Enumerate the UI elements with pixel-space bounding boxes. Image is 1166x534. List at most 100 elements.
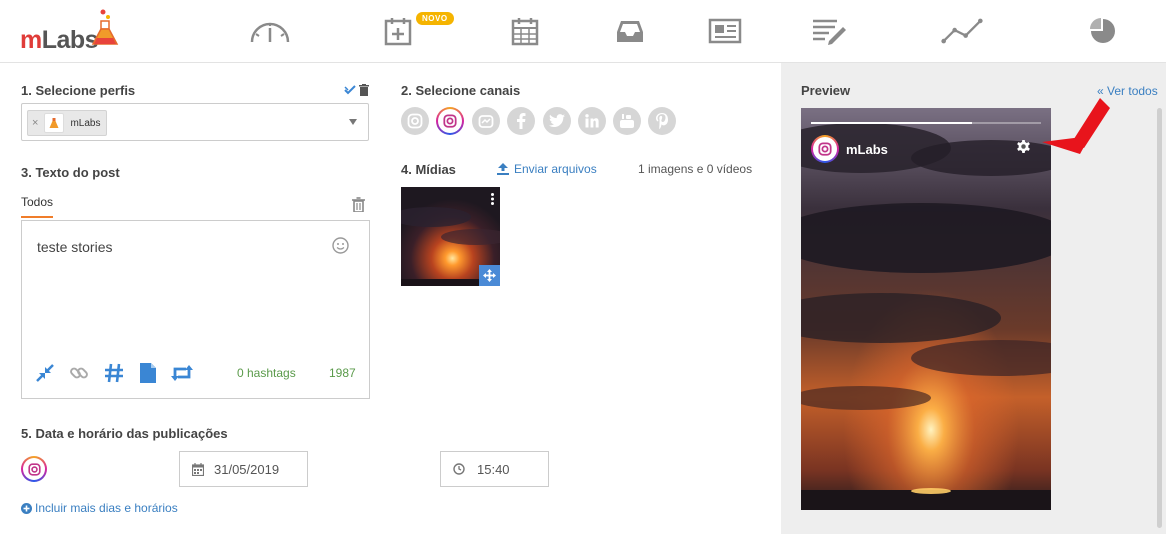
- channel-youtube[interactable]: [613, 107, 641, 135]
- post-text-content[interactable]: teste stories: [37, 239, 112, 255]
- pie-nav[interactable]: [1081, 14, 1125, 48]
- schedule-channel-instagram: [21, 456, 47, 482]
- move-media-button[interactable]: [479, 265, 500, 286]
- pie-chart-icon: [1090, 18, 1115, 43]
- add-more-dates-label: Incluir mais dias e horários: [35, 501, 178, 515]
- youtube-icon: [620, 114, 634, 128]
- novo-badge: NOVO: [416, 12, 454, 25]
- gear-icon[interactable]: [1016, 139, 1031, 154]
- calendar-plus-icon: [384, 18, 412, 46]
- gauge-icon: [250, 22, 290, 43]
- clear-profiles-trash-icon[interactable]: [359, 84, 369, 96]
- upload-icon: [497, 163, 509, 175]
- flask-logo-icon: [91, 9, 119, 45]
- inbox-nav[interactable]: [608, 14, 652, 48]
- chip-remove-icon[interactable]: ×: [32, 117, 38, 129]
- story-progress-fill: [811, 122, 972, 124]
- select-all-check-icon[interactable]: [344, 84, 356, 96]
- mlabs-logo[interactable]: mLabs: [20, 9, 120, 55]
- linkedin-icon: [585, 114, 599, 128]
- preview-title: Preview: [801, 83, 851, 98]
- upload-files-link[interactable]: Enviar arquivos: [497, 162, 597, 176]
- date-field[interactable]: 31/05/2019: [179, 451, 308, 487]
- channel-instagram-stories[interactable]: [436, 107, 464, 135]
- story-preview: mLabs: [801, 108, 1051, 510]
- tab-todos[interactable]: Todos: [21, 195, 53, 209]
- clear-text-trash-icon[interactable]: [352, 197, 365, 212]
- profile-select[interactable]: × mLabs: [21, 103, 369, 141]
- flask-mini-icon: [49, 118, 59, 128]
- logo-text: mLabs: [20, 26, 99, 55]
- story-profile-avatar: [811, 135, 839, 163]
- channel-linkedin[interactable]: [578, 107, 606, 135]
- hashtag-count: 0 hashtags: [237, 366, 296, 380]
- section-channels-title: 2. Selecione canais: [401, 83, 521, 98]
- profile-chip-label: mLabs: [70, 117, 101, 129]
- schedule-channel-ring-inner: [23, 458, 45, 480]
- profile-chip[interactable]: × mLabs: [27, 110, 108, 136]
- dropdown-caret-icon[interactable]: [349, 119, 357, 125]
- hashtag-tool[interactable]: [103, 362, 125, 384]
- clock-icon: [453, 463, 465, 475]
- add-more-dates-link[interactable]: Incluir mais dias e horários: [21, 501, 178, 515]
- calendar-icon: [192, 462, 204, 476]
- profile-avatar: [44, 113, 65, 133]
- hashtag-icon: [105, 363, 123, 383]
- channel-pinterest[interactable]: [648, 107, 676, 135]
- shorten-tool[interactable]: [34, 362, 56, 384]
- igtv-icon: [478, 115, 494, 128]
- more-vertical-icon[interactable]: [491, 193, 494, 205]
- pinterest-icon: [656, 113, 668, 129]
- inbox-icon: [617, 21, 643, 42]
- date-value: 31/05/2019: [214, 461, 280, 477]
- top-navigation-bar: mLabs NOVO: [0, 0, 1166, 63]
- facebook-icon: [517, 113, 526, 129]
- newspaper-icon: [708, 18, 742, 44]
- channel-instagram[interactable]: [401, 107, 429, 135]
- file-tool[interactable]: [137, 362, 159, 384]
- workflow-nav[interactable]: [807, 14, 851, 48]
- emoji-icon[interactable]: [332, 237, 349, 254]
- edit-list-icon: [813, 19, 846, 45]
- plus-circle-icon: [21, 502, 32, 514]
- section-profiles-title: 1. Selecione perfis: [21, 83, 136, 98]
- story-sunset-image: [801, 108, 1051, 510]
- link-tool[interactable]: [68, 362, 90, 384]
- move-arrows-icon: [483, 269, 496, 282]
- preview-scrollbar[interactable]: [1157, 108, 1162, 528]
- dashboard-nav[interactable]: [248, 14, 292, 48]
- section-text-title: 3. Texto do post: [21, 165, 120, 180]
- channel-igtv[interactable]: [472, 107, 500, 135]
- twitter-icon: [549, 114, 565, 127]
- post-text-area[interactable]: teste stories 0 hashtags 1987: [21, 220, 370, 399]
- reports-nav[interactable]: [703, 14, 747, 48]
- media-thumbnail[interactable]: [401, 187, 500, 286]
- instagram-icon: [407, 113, 423, 129]
- section-media-title: 4. Mídias: [401, 162, 456, 177]
- time-value: 15:40: [477, 461, 510, 477]
- new-post-nav[interactable]: [376, 14, 420, 48]
- analytics-nav[interactable]: [940, 14, 984, 48]
- channel-facebook[interactable]: [507, 107, 535, 135]
- tab-todos-underline: [21, 216, 53, 218]
- media-count: 1 imagens e 0 vídeos: [638, 162, 753, 176]
- retweet-icon: [171, 365, 193, 381]
- link-icon: [70, 367, 88, 379]
- section-schedule-title: 5. Data e horário das publicações: [21, 426, 228, 441]
- logo-m: m: [20, 26, 42, 54]
- calendar-grid-icon: [511, 18, 539, 46]
- stories-ring-inner: [438, 109, 462, 133]
- story-progress-bar: [811, 122, 1041, 124]
- upload-files-label: Enviar arquivos: [514, 162, 597, 176]
- file-icon: [140, 363, 156, 383]
- channel-twitter[interactable]: [543, 107, 571, 135]
- instagram-stories-icon: [818, 142, 832, 156]
- repost-tool[interactable]: [171, 362, 193, 384]
- instagram-stories-icon: [27, 462, 41, 476]
- time-field[interactable]: 15:40: [440, 451, 549, 487]
- calendar-nav[interactable]: [503, 14, 547, 48]
- ver-todos-label: Ver todos: [1107, 84, 1158, 98]
- character-count: 1987: [329, 366, 356, 380]
- instagram-stories-icon: [443, 114, 457, 128]
- story-profile-name: mLabs: [846, 142, 888, 157]
